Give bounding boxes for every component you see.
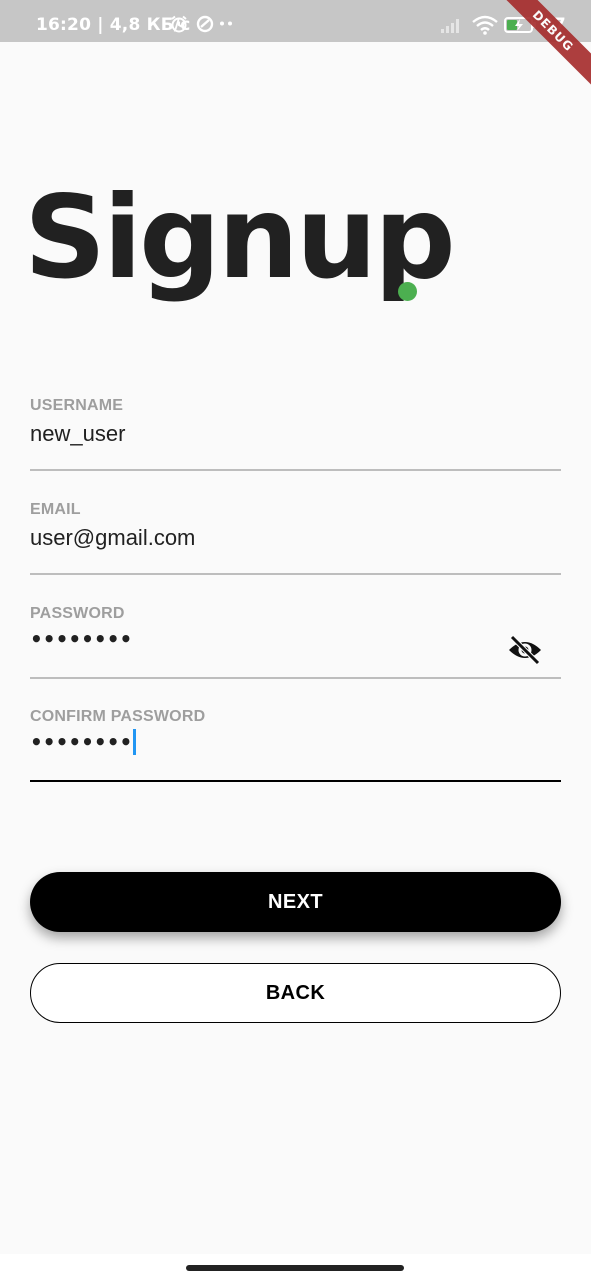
confirm-password-value: •••••••• [30,730,133,754]
password-field[interactable]: PASSWORD •••••••• [30,605,561,679]
email-label: EMAIL [30,501,81,518]
password-input[interactable]: •••••••• [30,627,132,651]
data-saver-icon [196,15,214,33]
confirm-password-label: CONFIRM PASSWORD [30,708,206,725]
username-underline [30,469,561,471]
alarm-icon [171,15,187,33]
status-time: 16:20 | 4,8 КБ/с [36,15,191,35]
username-field[interactable]: USERNAME new_user [30,397,561,471]
password-label: PASSWORD [30,605,125,622]
text-cursor [133,728,137,755]
title-accent-dot [398,282,417,301]
email-underline [30,573,561,575]
email-field[interactable]: EMAIL user@gmail.com [30,501,561,575]
eye-off-icon[interactable] [507,635,543,665]
confirm-password-input[interactable]: •••••••• [30,728,137,757]
next-button[interactable]: NEXT [30,872,561,932]
page-title: Signup [24,171,456,304]
home-indicator[interactable] [186,1265,404,1271]
signal-icon [441,19,459,33]
wifi-icon [472,15,498,35]
confirm-password-underline [30,780,561,782]
more-dots-icon [220,21,232,26]
back-button[interactable]: BACK [30,963,561,1023]
username-label: USERNAME [30,397,124,414]
password-underline [30,677,561,679]
status-bar: 16:20 | 4,8 КБ/с 37 [0,0,591,42]
username-input[interactable]: new_user [30,421,125,447]
confirm-password-field[interactable]: CONFIRM PASSWORD •••••••• [30,708,561,782]
email-input[interactable]: user@gmail.com [30,525,195,551]
